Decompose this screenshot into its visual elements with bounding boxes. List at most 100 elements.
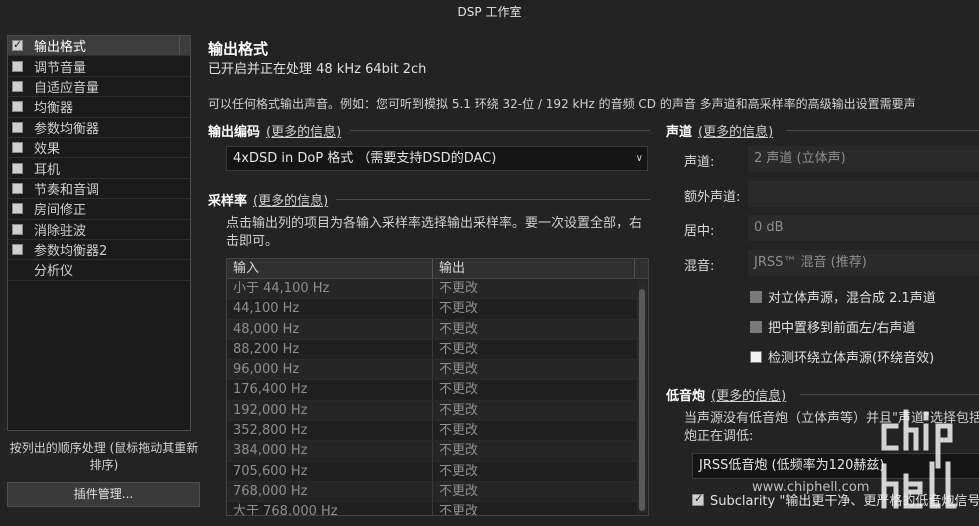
sidebar-item[interactable]: 调节音量 <box>8 56 190 77</box>
module-enable-checkbox[interactable] <box>12 142 23 154</box>
output-rate-cell[interactable]: 不更改 <box>433 340 635 359</box>
table-row[interactable]: 96,000 Hz 不更改 <box>227 360 648 381</box>
scrollbar-thumb[interactable] <box>639 289 645 511</box>
sidebar-item-label: 自适应音量 <box>34 80 100 96</box>
table-header: 输入 输出 <box>227 259 648 279</box>
input-rate-cell: 768,000 Hz <box>227 481 433 502</box>
sidebar-item[interactable]: 自适应音量 <box>8 77 190 98</box>
channels-more-info-link[interactable]: (更多的信息) <box>698 125 773 140</box>
module-enable-checkbox[interactable] <box>12 162 23 174</box>
subwoofer-more-info-link[interactable]: (更多的信息) <box>711 389 786 404</box>
table-row[interactable]: 176,400 Hz 不更改 <box>227 380 648 401</box>
mix-select[interactable]: JRSS™ 混音 (推荐) <box>748 250 979 276</box>
input-rate-cell: 48,000 Hz <box>227 319 433 339</box>
table-row[interactable]: 705,600 Hz 不更改 <box>227 461 648 482</box>
sidebar-item[interactable]: 参数均衡器2 <box>8 240 190 261</box>
output-rate-cell[interactable]: 不更改 <box>433 401 635 420</box>
mix-to-21-checkbox[interactable] <box>750 290 762 303</box>
output-rate-cell[interactable]: 不更改 <box>433 279 635 298</box>
output-rate-cell[interactable]: 不更改 <box>433 299 635 318</box>
page-description: 可以任何格式输出声音。例如：您可听到模拟 5.1 环绕 32-位 / 192 k… <box>208 97 916 111</box>
sidebar-item-label: 均衡器 <box>34 101 74 117</box>
table-row[interactable]: 88,200 Hz 不更改 <box>227 339 648 361</box>
plugin-manager-button[interactable]: 插件管理... <box>7 482 200 507</box>
detect-surround-checkbox[interactable] <box>750 350 762 363</box>
module-enable-checkbox[interactable] <box>12 38 23 52</box>
center-level-field[interactable]: 0 dB <box>748 215 979 241</box>
sidebar-item[interactable]: 均衡器 <box>8 97 190 118</box>
divider <box>800 394 979 395</box>
sidebar-item[interactable]: 输出格式 <box>8 36 190 57</box>
module-enable-checkbox[interactable] <box>12 223 23 235</box>
table-scrollbar[interactable] <box>637 281 647 513</box>
samplerate-heading: 采样率 <box>208 194 248 209</box>
table-row[interactable]: 小于 44,100 Hz 不更改 <box>227 279 648 300</box>
input-rate-cell: 705,600 Hz <box>227 461 433 481</box>
sidebar-item-label: 节奏和音调 <box>34 182 100 198</box>
output-rate-cell[interactable]: 不更改 <box>433 380 635 399</box>
sidebar-item-label: 消除驻波 <box>34 223 87 239</box>
subwoofer-section-header: 低音炮 (更多的信息) <box>666 385 786 404</box>
output-encoding-select[interactable]: 4xDSD in DoP 格式 （需要支持DSD的DAC) ∨ <box>226 146 648 171</box>
output-rate-cell[interactable]: 不更改 <box>433 320 635 339</box>
move-center-option[interactable]: 把中置移到前面左/右声道 <box>750 317 915 336</box>
sidebar-item-label: 参数均衡器2 <box>34 244 108 260</box>
table-row[interactable]: 48,000 Hz 不更改 <box>227 319 648 340</box>
sidebar-item[interactable]: 分析仪 <box>8 260 190 281</box>
samplerate-note: 点击输出列的项目为各输入采样率选择输出采样率。要一次设置全部，右击即可。 <box>226 216 643 249</box>
encoding-heading: 输出编码 <box>208 125 261 140</box>
sidebar-scrollbar[interactable] <box>179 37 189 55</box>
module-enable-checkbox[interactable] <box>12 182 23 194</box>
move-center-checkbox[interactable] <box>750 320 762 333</box>
input-rate-cell: 大于 768,000 Hz <box>227 502 433 515</box>
output-rate-cell[interactable]: 不更改 <box>433 482 635 501</box>
module-enable-checkbox[interactable] <box>12 244 23 256</box>
subclarity-checkbox[interactable] <box>692 492 704 506</box>
sidebar-item[interactable]: 节奏和音调 <box>8 179 190 200</box>
output-rate-cell[interactable]: 不更改 <box>433 360 635 379</box>
sidebar-item-label: 房间修正 <box>34 203 87 219</box>
table-row[interactable]: 大于 768,000 Hz 不更改 <box>227 502 648 515</box>
divider <box>350 130 650 131</box>
table-row[interactable]: 384,000 Hz 不更改 <box>227 441 648 462</box>
detect-surround-option[interactable]: 检测环绕立体声源(环绕音效) <box>750 347 934 366</box>
samplerate-table: 输入 输出 小于 44,100 Hz 不更改 44,100 Hz 不更改 48,000 … <box>226 258 649 516</box>
output-rate-cell[interactable]: 不更改 <box>433 502 635 515</box>
detect-surround-label: 检测环绕立体声源(环绕音效) <box>768 351 935 366</box>
sidebar-item[interactable]: 消除驻波 <box>8 220 190 240</box>
output-rate-cell[interactable]: 不更改 <box>433 462 635 481</box>
table-row[interactable]: 768,000 Hz 不更改 <box>227 481 648 503</box>
samplerate-section-header: 采样率 (更多的信息) <box>208 190 328 209</box>
sidebar-item[interactable]: 效果 <box>8 138 190 159</box>
samplerate-more-info-link[interactable]: (更多的信息) <box>253 194 328 209</box>
encoding-more-info-link[interactable]: (更多的信息) <box>266 125 341 140</box>
input-rate-cell: 384,000 Hz <box>227 441 433 461</box>
extra-channel-select[interactable] <box>748 181 979 207</box>
table-row[interactable]: 44,100 Hz 不更改 <box>227 299 648 320</box>
channel-select[interactable]: 2 声道 (立体声) <box>748 146 979 172</box>
sidebar-item[interactable]: 参数均衡器 <box>8 118 190 138</box>
module-enable-checkbox[interactable] <box>12 203 23 215</box>
window-title: DSP 工作室 <box>457 5 522 19</box>
mix-to-21-option[interactable]: 对立体声源，混合成 2.1声道 <box>750 287 936 306</box>
module-enable-checkbox[interactable] <box>12 80 23 92</box>
input-rate-cell: 96,000 Hz <box>227 360 433 380</box>
output-encoding-value: 4xDSD in DoP 格式 （需要支持DSD的DAC) <box>233 151 497 166</box>
sidebar-item[interactable]: 房间修正 <box>8 199 190 220</box>
dsp-module-list[interactable]: 输出格式调节音量自适应音量均衡器参数均衡器效果耳机节奏和音调房间修正消除驻波参数… <box>7 35 191 431</box>
module-enable-checkbox[interactable] <box>12 60 23 72</box>
column-header-input[interactable]: 输入 <box>227 259 433 278</box>
output-rate-cell[interactable]: 不更改 <box>433 441 635 460</box>
module-enable-checkbox[interactable] <box>12 121 23 133</box>
encoding-section-header: 输出编码 (更多的信息) <box>208 121 341 140</box>
module-enable-checkbox[interactable] <box>12 101 23 113</box>
sidebar-item-label: 调节音量 <box>34 60 87 76</box>
output-rate-cell[interactable]: 不更改 <box>433 421 635 440</box>
sidebar-item[interactable]: 耳机 <box>8 158 190 179</box>
table-row[interactable]: 352,800 Hz 不更改 <box>227 421 648 442</box>
channels-section-header: 声道 (更多的信息) <box>666 121 773 140</box>
table-row[interactable]: 192,000 Hz 不更改 <box>227 400 648 422</box>
page-title: 输出格式 <box>208 40 269 58</box>
sidebar-item-label: 效果 <box>34 142 61 158</box>
column-header-output[interactable]: 输出 <box>433 259 635 278</box>
